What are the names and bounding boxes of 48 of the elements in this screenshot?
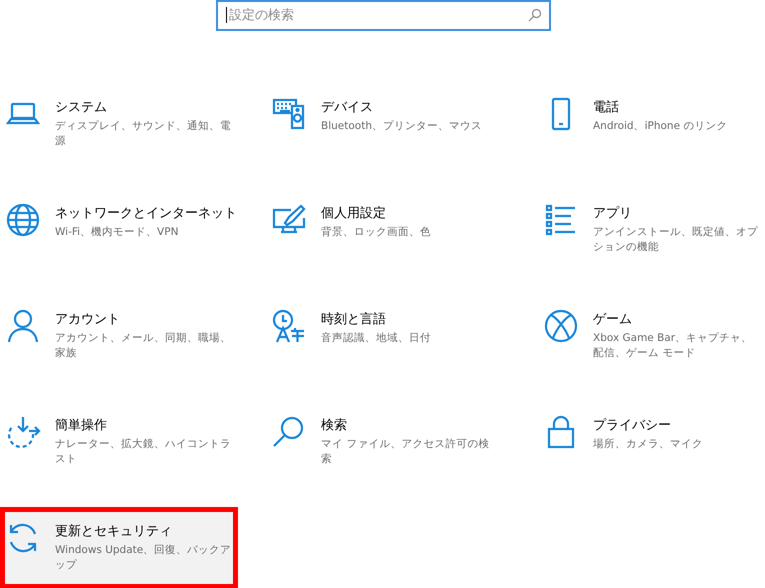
- keyboard-speaker-icon: [271, 96, 307, 132]
- category-title: 検索: [321, 417, 348, 435]
- category-description: ディスプレイ、サウンド、通知、電源: [55, 119, 232, 149]
- category-tile[interactable]: プライバシー 場所、カメラ、マイク: [538, 407, 765, 489]
- category-description: ナレーター、拡大鏡、ハイコントラスト: [55, 437, 232, 467]
- category-description: 背景、ロック画面、色: [321, 225, 432, 240]
- category-title: ネットワークとインターネット: [55, 205, 237, 223]
- category-tile[interactable]: 検索 マイ ファイル、アクセス許可の検索: [266, 407, 504, 489]
- person-icon: [5, 308, 41, 344]
- search-field[interactable]: 設定の検索: [216, 0, 551, 31]
- category-title: デバイス: [321, 99, 374, 117]
- clock-letter-icon: [271, 308, 307, 344]
- category-tile[interactable]: ゲーム Xbox Game Bar、キャプチャ、配信、ゲーム モード: [538, 301, 765, 383]
- text-cursor: [226, 7, 227, 23]
- category-title: 時刻と言語: [321, 311, 387, 329]
- category-title: 個人用設定: [321, 205, 387, 223]
- category-description: マイ ファイル、アクセス許可の検索: [321, 437, 490, 467]
- category-title: プライバシー: [593, 417, 672, 435]
- category-title: 電話: [593, 99, 620, 117]
- category-title: システム: [55, 99, 108, 117]
- category-tile[interactable]: 更新とセキュリティ Windows Update、回復、バックアップ: [0, 507, 238, 588]
- x-ball-icon: [543, 308, 579, 344]
- category-tile[interactable]: アプリ アンインストール、既定値、オプションの機能: [538, 195, 765, 277]
- category-tile[interactable]: アカウント アカウント、メール、同期、職場、家族: [0, 301, 238, 383]
- category-title: 簡単操作: [55, 417, 108, 435]
- category-description: 音声認識、地域、日付: [321, 331, 432, 346]
- category-tile[interactable]: システム ディスプレイ、サウンド、通知、電源: [0, 89, 238, 171]
- category-description: Android、iPhone のリンク: [593, 119, 728, 134]
- category-description: アンインストール、既定値、オプションの機能: [593, 225, 759, 255]
- category-tile[interactable]: 時刻と言語 音声認識、地域、日付: [266, 301, 504, 383]
- category-description: Bluetooth、プリンター、マウス: [321, 119, 483, 134]
- category-tile[interactable]: デバイス Bluetooth、プリンター、マウス: [266, 89, 504, 171]
- category-description: アカウント、メール、同期、職場、家族: [55, 331, 232, 361]
- category-description: Windows Update、回復、バックアップ: [55, 543, 232, 573]
- category-tile[interactable]: ネットワークとインターネット Wi-Fi、機内モード、VPN: [0, 195, 238, 277]
- category-tile[interactable]: 電話 Android、iPhone のリンク: [538, 89, 765, 171]
- category-title: 更新とセキュリティ: [55, 523, 173, 541]
- category-description: Xbox Game Bar、キャプチャ、配信、ゲーム モード: [593, 331, 754, 361]
- dashed-circle-arrow-icon: [5, 414, 41, 450]
- category-description: 場所、カメラ、マイク: [593, 437, 704, 452]
- category-title: アカウント: [55, 311, 121, 329]
- category-title: アプリ: [593, 205, 633, 223]
- globe-icon: [5, 202, 41, 238]
- category-title: ゲーム: [593, 311, 633, 329]
- category-tile[interactable]: 個人用設定 背景、ロック画面、色: [266, 195, 504, 277]
- category-description: Wi-Fi、機内モード、VPN: [55, 225, 180, 240]
- search-icon: [528, 8, 542, 22]
- category-tile[interactable]: 簡単操作 ナレーター、拡大鏡、ハイコントラスト: [0, 407, 238, 489]
